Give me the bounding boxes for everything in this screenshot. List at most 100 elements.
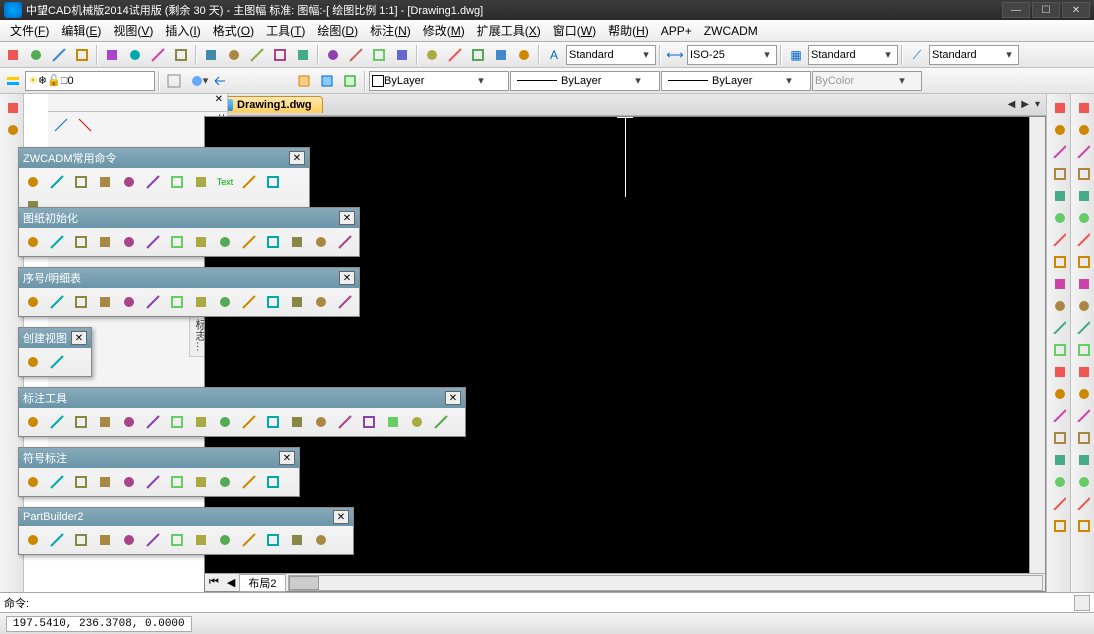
rail-tool-icon[interactable]	[1074, 318, 1092, 336]
palette-tool-icon[interactable]	[430, 411, 452, 433]
rail-tool-icon[interactable]	[1050, 384, 1068, 402]
menu-帮助[interactable]: 帮助(H)	[602, 20, 655, 41]
palette-tool-icon[interactable]	[262, 231, 284, 253]
palette-tool-icon[interactable]	[94, 529, 116, 551]
toolbar-button[interactable]	[513, 44, 535, 66]
rail-tool-icon[interactable]	[1050, 230, 1068, 248]
palette-tool-icon[interactable]	[262, 291, 284, 313]
palette-tool-icon[interactable]	[262, 411, 284, 433]
palette-tool-icon[interactable]	[310, 529, 332, 551]
toolbar-button[interactable]	[391, 44, 413, 66]
chevron-down-icon[interactable]: ▾	[1002, 48, 1016, 61]
text-style-combo[interactable]: ▾	[566, 45, 656, 65]
palette-close-icon[interactable]: ✕	[71, 331, 87, 345]
horizontal-scrollbar[interactable]	[288, 575, 1044, 591]
toolbar-button[interactable]	[48, 44, 70, 66]
rail-tool-icon[interactable]	[1050, 208, 1068, 226]
chevron-down-icon[interactable]: ▾	[881, 48, 895, 61]
menu-绘图[interactable]: 绘图(D)	[311, 20, 364, 41]
minimize-button[interactable]: —	[1002, 2, 1030, 18]
rail-tool-icon[interactable]	[1074, 472, 1092, 490]
palette-tool-icon[interactable]	[118, 529, 140, 551]
palette-header[interactable]: 序号/明细表✕	[19, 268, 359, 288]
layer-iso-icon[interactable]	[186, 70, 208, 92]
rail-tool-icon[interactable]	[1074, 230, 1092, 248]
palette-tool-icon[interactable]	[22, 529, 44, 551]
mleader-style-combo[interactable]: ▾	[929, 45, 1019, 65]
palette-tool-icon[interactable]	[310, 291, 332, 313]
rail-tool-icon[interactable]	[1074, 340, 1092, 358]
palette-tool-icon[interactable]	[358, 411, 380, 433]
table-style-combo-icon[interactable]: ▦	[785, 44, 807, 66]
tab-prev-icon[interactable]: ◀	[1006, 99, 1018, 110]
chevron-down-icon[interactable]: ▾	[760, 48, 774, 61]
palette-tool-icon[interactable]	[74, 114, 96, 136]
tab-list-icon[interactable]: ▾	[1033, 99, 1042, 110]
rail-tool-icon[interactable]	[1050, 428, 1068, 446]
layer-combo[interactable]: ☀❄🔓 ▾	[25, 71, 155, 91]
palette-tool-icon[interactable]	[238, 529, 260, 551]
layout-tab[interactable]: 布局2	[239, 574, 285, 592]
mleader-style-combo-icon[interactable]: ⟋	[906, 44, 928, 66]
close-button[interactable]: ✕	[1062, 2, 1090, 18]
palette-header[interactable]: ZWCADM常用命令✕	[19, 148, 309, 168]
rail-tool-icon[interactable]	[1074, 384, 1092, 402]
rail-tool-icon[interactable]	[1074, 428, 1092, 446]
rail-tool-icon[interactable]	[1050, 274, 1068, 292]
palette-tool-icon[interactable]	[190, 471, 212, 493]
palette-tool-icon[interactable]	[262, 529, 284, 551]
text-style-combo-value[interactable]	[569, 47, 639, 63]
toolbar-button[interactable]	[101, 44, 123, 66]
toolbar-button[interactable]	[467, 44, 489, 66]
menu-ZWCADM[interactable]: ZWCADM	[698, 22, 764, 40]
palette-tool-icon[interactable]	[166, 291, 188, 313]
palette-tool-icon[interactable]	[46, 291, 68, 313]
palette-tool-icon[interactable]	[46, 471, 68, 493]
panel-close-icon[interactable]: ✕	[211, 94, 227, 111]
dim-style-combo[interactable]: ▾	[687, 45, 777, 65]
palette-tool-icon[interactable]	[286, 291, 308, 313]
palette-tool-icon[interactable]	[166, 171, 188, 193]
palette-tool-icon[interactable]	[262, 471, 284, 493]
rail-tool-icon[interactable]	[1074, 252, 1092, 270]
layer-states-icon[interactable]	[163, 70, 185, 92]
menu-窗口[interactable]: 窗口(W)	[547, 20, 602, 41]
palette-close-icon[interactable]: ✕	[339, 271, 355, 285]
rail-tool-icon[interactable]	[1074, 164, 1092, 182]
rail-tool-icon[interactable]	[1050, 98, 1068, 116]
palette-tool-icon[interactable]	[118, 231, 140, 253]
color-combo-value[interactable]	[384, 73, 474, 89]
palette-tool-icon[interactable]	[142, 231, 164, 253]
menu-工具[interactable]: 工具(T)	[260, 20, 311, 41]
menu-文件[interactable]: 文件(F)	[4, 20, 55, 41]
text-style-combo-icon[interactable]: A	[543, 44, 565, 66]
rail-tool-icon[interactable]	[1050, 120, 1068, 138]
palette-header[interactable]: 标注工具✕	[19, 388, 465, 408]
palette-tool-icon[interactable]	[118, 291, 140, 313]
palette-tool-icon[interactable]	[118, 171, 140, 193]
palette-header[interactable]: 符号标注✕	[19, 448, 299, 468]
palette-tool-icon[interactable]	[142, 291, 164, 313]
palette-header[interactable]: PartBuilder2✕	[19, 508, 353, 526]
palette-tool-icon[interactable]	[382, 411, 404, 433]
palette-tool-icon[interactable]	[190, 411, 212, 433]
palette-tool-icon[interactable]	[118, 411, 140, 433]
toolbar-button[interactable]	[71, 44, 93, 66]
palette-tool-icon[interactable]	[262, 171, 284, 193]
palette-tool-icon[interactable]	[190, 171, 212, 193]
toolbar-button[interactable]	[490, 44, 512, 66]
toolbar-button[interactable]	[269, 44, 291, 66]
rail-tool-icon[interactable]	[1050, 186, 1068, 204]
dim-style-combo-icon[interactable]: ⟷	[664, 44, 686, 66]
toolbar-button[interactable]	[444, 44, 466, 66]
toolbar-button[interactable]	[2, 44, 24, 66]
lineweight-combo[interactable]: ▾	[661, 71, 811, 91]
palette-tool-icon[interactable]	[22, 411, 44, 433]
palette-tool-icon[interactable]	[406, 411, 428, 433]
palette-close-icon[interactable]: ✕	[339, 211, 355, 225]
palette-tool-icon[interactable]	[22, 351, 44, 373]
palette-tool-icon[interactable]	[214, 529, 236, 551]
palette-tool-icon[interactable]	[286, 529, 308, 551]
palette-tool-icon[interactable]	[46, 411, 68, 433]
palette-tool-icon[interactable]	[70, 471, 92, 493]
